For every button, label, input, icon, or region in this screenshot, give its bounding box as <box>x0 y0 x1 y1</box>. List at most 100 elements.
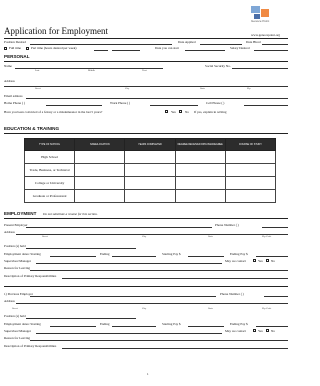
email-field[interactable] <box>26 98 288 99</box>
date-applied-field[interactable] <box>200 44 242 45</box>
city-caption: City <box>142 307 147 310</box>
felony-explain-label: If yes, explain in writing <box>194 110 227 114</box>
position-held-field[interactable] <box>26 248 136 249</box>
address-field[interactable] <box>4 86 288 87</box>
col-course-of-study: COURSE OF STUDY <box>224 138 277 151</box>
page-number: 1 <box>147 372 149 376</box>
employer-separator <box>4 286 288 287</box>
prev-employment-dates-label: Employment dates: Starting <box>4 322 41 326</box>
supervisor-field[interactable] <box>36 263 222 264</box>
salary-field[interactable] <box>185 50 225 51</box>
responsibilities-label: Description of Primary Responsibilities <box>4 274 57 278</box>
prev-phone-field[interactable] <box>264 296 288 297</box>
reason-leaving-label: Reason for Leaving <box>4 266 30 270</box>
street-caption: Street <box>12 307 18 310</box>
last-caption: Last <box>35 69 40 72</box>
full-time-checkbox[interactable] <box>4 47 7 50</box>
personal-divider <box>4 61 288 62</box>
prev-contact-yes-checkbox[interactable] <box>253 329 256 332</box>
work-phone-label: Work Phone ( ) <box>110 101 131 105</box>
education-header-row: TYPE OF SCHOOL NAME/LOCATION YEARS COMPL… <box>23 138 277 151</box>
col-years-completed: YEARS COMPLETED <box>124 138 176 151</box>
ssn-field[interactable] <box>232 68 288 69</box>
cell-input[interactable] <box>174 189 226 203</box>
cell-input[interactable] <box>124 150 176 164</box>
cell-input[interactable] <box>124 176 176 190</box>
felony-no-label: No <box>185 110 190 114</box>
state-caption: State <box>208 235 213 238</box>
cell-input[interactable] <box>174 150 226 164</box>
salary-value-field[interactable] <box>254 50 288 51</box>
education-divider <box>4 133 288 134</box>
cell-input[interactable] <box>224 163 277 177</box>
prev-supervisor-field[interactable] <box>36 333 222 334</box>
cell-input[interactable] <box>174 176 226 190</box>
cell-input[interactable] <box>74 150 126 164</box>
felony-yes-checkbox[interactable] <box>165 110 168 113</box>
email-label: Email address <box>4 94 23 98</box>
logo-mark-icon <box>251 6 269 19</box>
previous-employer-field[interactable] <box>30 296 216 297</box>
prev-starting-pay-field[interactable] <box>188 326 224 327</box>
prev-responsibilities-label: Description of Primary Responsibilities <box>4 344 57 348</box>
prev-position-held-field[interactable] <box>26 318 136 319</box>
phone-number-field[interactable] <box>262 227 288 228</box>
position-desired-field[interactable] <box>30 44 172 45</box>
responsibilities-field[interactable] <box>62 278 288 279</box>
street-caption: Street <box>35 87 41 90</box>
felony-no-checkbox[interactable] <box>179 110 182 113</box>
zip-caption: Zip <box>247 87 251 90</box>
col-name-location: NAME/LOCATION <box>74 138 126 151</box>
date-start-field[interactable] <box>112 50 140 51</box>
table-row: Trade, Business, or Technical <box>23 163 277 177</box>
prev-may-contact-label: May we contact <box>225 329 247 333</box>
contact-yes-checkbox[interactable] <box>253 259 256 262</box>
employment-divider <box>4 218 288 219</box>
prev-responsibilities-field[interactable] <box>62 348 288 349</box>
cell-input[interactable] <box>224 176 277 190</box>
cell-input[interactable] <box>124 189 176 203</box>
employment-heading: EMPLOYMENT <box>4 211 37 216</box>
prev-start-date-field[interactable] <box>50 326 96 327</box>
prev-address-field[interactable] <box>16 303 288 304</box>
employer-address-field[interactable] <box>16 234 288 235</box>
prev-ending-pay-field[interactable] <box>256 326 288 327</box>
cell-input[interactable] <box>74 163 126 177</box>
contact-no-checkbox[interactable] <box>266 259 269 262</box>
prev-contact-no-checkbox[interactable] <box>266 329 269 332</box>
date-start-label: Date you can start <box>155 46 179 50</box>
prev-end-date-field[interactable] <box>112 326 156 327</box>
full-time-label: Full time <box>9 46 21 50</box>
end-date-field[interactable] <box>112 256 156 257</box>
cell-input[interactable] <box>224 189 277 203</box>
cell-input[interactable] <box>74 189 126 203</box>
ending-pay-field[interactable] <box>256 256 288 257</box>
hours-per-week-field[interactable] <box>94 50 108 51</box>
prev-contact-yes-label: Yes <box>258 329 263 333</box>
address-label: Address <box>4 79 15 83</box>
starting-pay-field[interactable] <box>188 256 224 257</box>
cell-input[interactable] <box>224 150 277 164</box>
work-phone-field[interactable] <box>150 105 198 106</box>
cell-input[interactable] <box>74 176 126 190</box>
felony-question: Have you been convicted of a felony or a… <box>4 110 103 114</box>
cell-input[interactable] <box>124 163 176 177</box>
city-caption: City <box>125 87 130 90</box>
row-label-trade: Trade, Business, or Technical <box>23 163 76 177</box>
prev-ending-pay-label: Ending Pay $ <box>230 322 248 326</box>
present-employer-field[interactable] <box>26 227 212 228</box>
application-form-page: Application for Employment Genoce Point … <box>0 0 298 386</box>
prev-starting-pay-label: Starting Pay $ <box>162 322 181 326</box>
prev-reason-leaving-field[interactable] <box>30 340 288 341</box>
reason-leaving-field[interactable] <box>30 270 288 271</box>
date-hired-field[interactable] <box>262 44 288 45</box>
start-date-field[interactable] <box>50 256 96 257</box>
table-row: College or University <box>23 176 277 190</box>
home-phone-field[interactable] <box>46 105 102 106</box>
employment-dates-label: Employment dates: Starting <box>4 252 41 256</box>
ending-pay-label: Ending Pay $ <box>230 252 248 256</box>
contact-yes-label: Yes <box>258 259 263 263</box>
cell-input[interactable] <box>174 163 226 177</box>
cell-phone-field[interactable] <box>244 105 288 106</box>
part-time-checkbox[interactable] <box>26 47 29 50</box>
